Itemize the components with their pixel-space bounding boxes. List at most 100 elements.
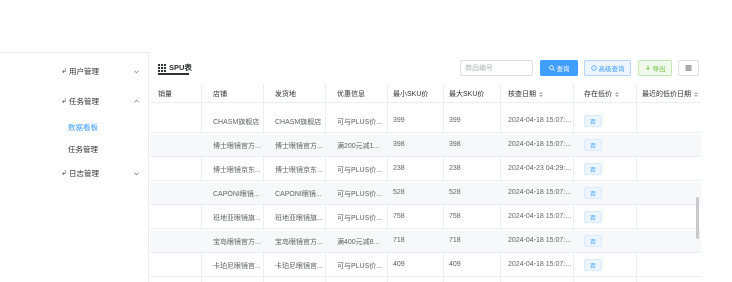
cell-min-price: 718 — [393, 237, 405, 244]
table-row[interactable]: CAPONI眼镜... CAPONI眼镜... 可与PLUS价... 528 5… — [150, 182, 701, 205]
download-icon — [645, 65, 650, 71]
cell-check-date: 2024-04-18 15:07:... — [508, 141, 571, 148]
sort-icon[interactable] — [539, 91, 543, 97]
cell-min-price: 238 — [393, 165, 405, 172]
header-label: 最近的低价日期 — [642, 91, 691, 98]
advanced-query-label: 高级查询 — [598, 66, 625, 73]
sidebar-subitem-label: 任务管理 — [68, 145, 98, 154]
cell-max-price: 718 — [449, 237, 461, 244]
cell-shop: CHASM旗舰店 — [213, 119, 260, 126]
cell-ship-from: CAPONI眼镜... — [275, 191, 322, 198]
table-row[interactable]: 博士眼镜京东... 博士眼镜京东... 可与PLUS价... 238 238 2… — [150, 158, 701, 181]
cell-shop: 博士眼镜京东... — [213, 167, 261, 174]
header-label: 销量 — [158, 91, 172, 98]
product-code-search-input[interactable] — [460, 60, 533, 76]
cell-min-price: 528 — [393, 189, 405, 196]
header-label: 最大SKU价 — [449, 91, 485, 98]
header-shop[interactable]: 店铺 — [213, 89, 227, 99]
cell-promo: 满200元减1... — [337, 143, 380, 150]
cell-shop: 卡珀尼眼镜官... — [213, 263, 261, 270]
header-label: 存在低价 — [584, 91, 612, 98]
cell-shop: CAPONI眼镜... — [213, 191, 260, 198]
sidebar-item-user-management[interactable]: ↲ 用户管理 — [0, 61, 149, 81]
sidebar: ↲ 用户管理 ↲ 任务管理 数据看板 任务管理 ↲ 日志管理 — [0, 52, 149, 282]
sidebar-item-label: 任务管理 — [69, 96, 99, 106]
user-icon: ↲ — [61, 67, 67, 75]
sort-icon[interactable] — [694, 91, 698, 97]
header-max-sku-price[interactable]: 最大SKU价 — [449, 89, 484, 99]
cell-promo: 可与PLUS价... — [337, 167, 383, 174]
chevron-down-icon — [134, 69, 139, 73]
sort-icon[interactable] — [615, 91, 619, 97]
chevron-up-icon — [134, 99, 139, 103]
low-price-badge: 否 — [584, 211, 602, 223]
cell-ship-from: 卡珀尼眼镜官... — [275, 263, 323, 270]
table-row[interactable]: CHASM旗舰店 CHASM旗舰店 可与PLUS价... 399 399 202… — [150, 110, 701, 133]
header-has-low-price[interactable]: 存在低价 — [584, 89, 619, 99]
cell-promo: 可与PLUS价... — [337, 263, 383, 270]
task-icon: ↲ — [61, 97, 67, 105]
header-ship-from[interactable]: 发货地 — [275, 89, 296, 99]
header-recent-low-price-date[interactable]: 最近的低价日期 — [642, 89, 698, 99]
cell-ship-from: 班地亚眼镜旗... — [275, 215, 323, 222]
sidebar-item-log-management[interactable]: ↲ 日志管理 — [0, 163, 149, 183]
grid-icon — [158, 63, 166, 72]
cell-max-price: 528 — [449, 189, 461, 196]
sidebar-item-label: 日志管理 — [69, 168, 99, 178]
cell-promo: 可与PLUS价... — [337, 191, 383, 198]
cell-ship-from: 博士眼镜官方... — [275, 143, 323, 150]
low-price-badge: 否 — [584, 187, 602, 199]
cell-shop: 博士眼镜官方... — [213, 143, 261, 150]
advanced-query-button[interactable]: 高级查询 — [584, 60, 631, 76]
search-icon — [548, 65, 555, 71]
cell-max-price: 758 — [449, 213, 461, 220]
sidebar-subitem-dashboard[interactable]: 数据看板 — [0, 116, 149, 136]
cell-promo: 可与PLUS价... — [337, 119, 383, 126]
header-label: 店铺 — [213, 91, 227, 98]
table-row[interactable]: 宝岛眼镜官方... 宝岛眼镜官方... 满400元减8... 718 718 2… — [150, 230, 701, 253]
cell-min-price: 758 — [393, 213, 405, 220]
header-check-date[interactable]: 核查日期 — [508, 89, 543, 99]
low-price-badge: 否 — [584, 115, 602, 127]
export-label: 导出 — [652, 66, 666, 73]
cell-promo: 可与PLUS价... — [337, 215, 383, 222]
column-settings-button[interactable] — [678, 60, 699, 76]
table-vertical-scrollbar[interactable] — [696, 197, 699, 239]
low-price-badge: 否 — [584, 139, 602, 151]
cell-check-date: 2024-04-18 15:07:... — [508, 261, 571, 268]
header-promo[interactable]: 优惠信息 — [337, 89, 365, 99]
cell-max-price: 399 — [449, 117, 461, 124]
cell-ship-from: CHASM旗舰店 — [275, 119, 322, 126]
tab-label: SPU表 — [169, 63, 192, 72]
cell-shop: 班地亚眼镜旗... — [213, 215, 261, 222]
cell-shop: 宝岛眼镜官方... — [213, 239, 261, 246]
cell-min-price: 399 — [393, 117, 405, 124]
low-price-badge: 否 — [584, 235, 602, 247]
table-row[interactable]: 博士眼镜官方... 博士眼镜官方... 满200元减1... 398 398 2… — [150, 134, 701, 157]
sidebar-subitem-task-management[interactable]: 任务管理 — [0, 138, 149, 158]
header-label: 核查日期 — [508, 91, 536, 98]
cell-check-date: 2024-04-23 04:29:... — [508, 165, 571, 172]
export-button[interactable]: 导出 — [638, 60, 672, 76]
header-label: 发货地 — [275, 91, 296, 98]
cell-max-price: 398 — [449, 141, 461, 148]
table-row[interactable]: 班地亚眼镜旗... 班地亚眼镜旗... 可与PLUS价... 758 758 2… — [150, 206, 701, 229]
log-icon: ↲ — [61, 169, 67, 177]
query-button-label: 查询 — [556, 66, 570, 73]
sidebar-item-label: 用户管理 — [69, 66, 99, 76]
cell-max-price: 238 — [449, 165, 461, 172]
sidebar-item-task-management[interactable]: ↲ 任务管理 — [0, 91, 149, 111]
cell-max-price: 409 — [449, 261, 461, 268]
cell-min-price: 398 — [393, 141, 405, 148]
header-sales[interactable]: 销量 — [158, 89, 172, 99]
cell-ship-from: 宝岛眼镜官方... — [275, 239, 323, 246]
tab-spu[interactable]: SPU表 — [158, 62, 192, 73]
cell-check-date: 2024-04-18 15:07:... — [508, 237, 571, 244]
header-label: 最小SKU价 — [393, 91, 429, 98]
query-button[interactable]: 查询 — [540, 60, 578, 76]
cell-check-date: 2024-04-18 15:07:... — [508, 213, 571, 220]
table-row[interactable]: 卡珀尼眼镜官... 卡珀尼眼镜官... 可与PLUS价... 409 409 2… — [150, 254, 701, 277]
filter-icon — [590, 65, 597, 71]
header-min-sku-price[interactable]: 最小SKU价 — [393, 89, 428, 99]
chevron-down-icon — [134, 171, 139, 175]
